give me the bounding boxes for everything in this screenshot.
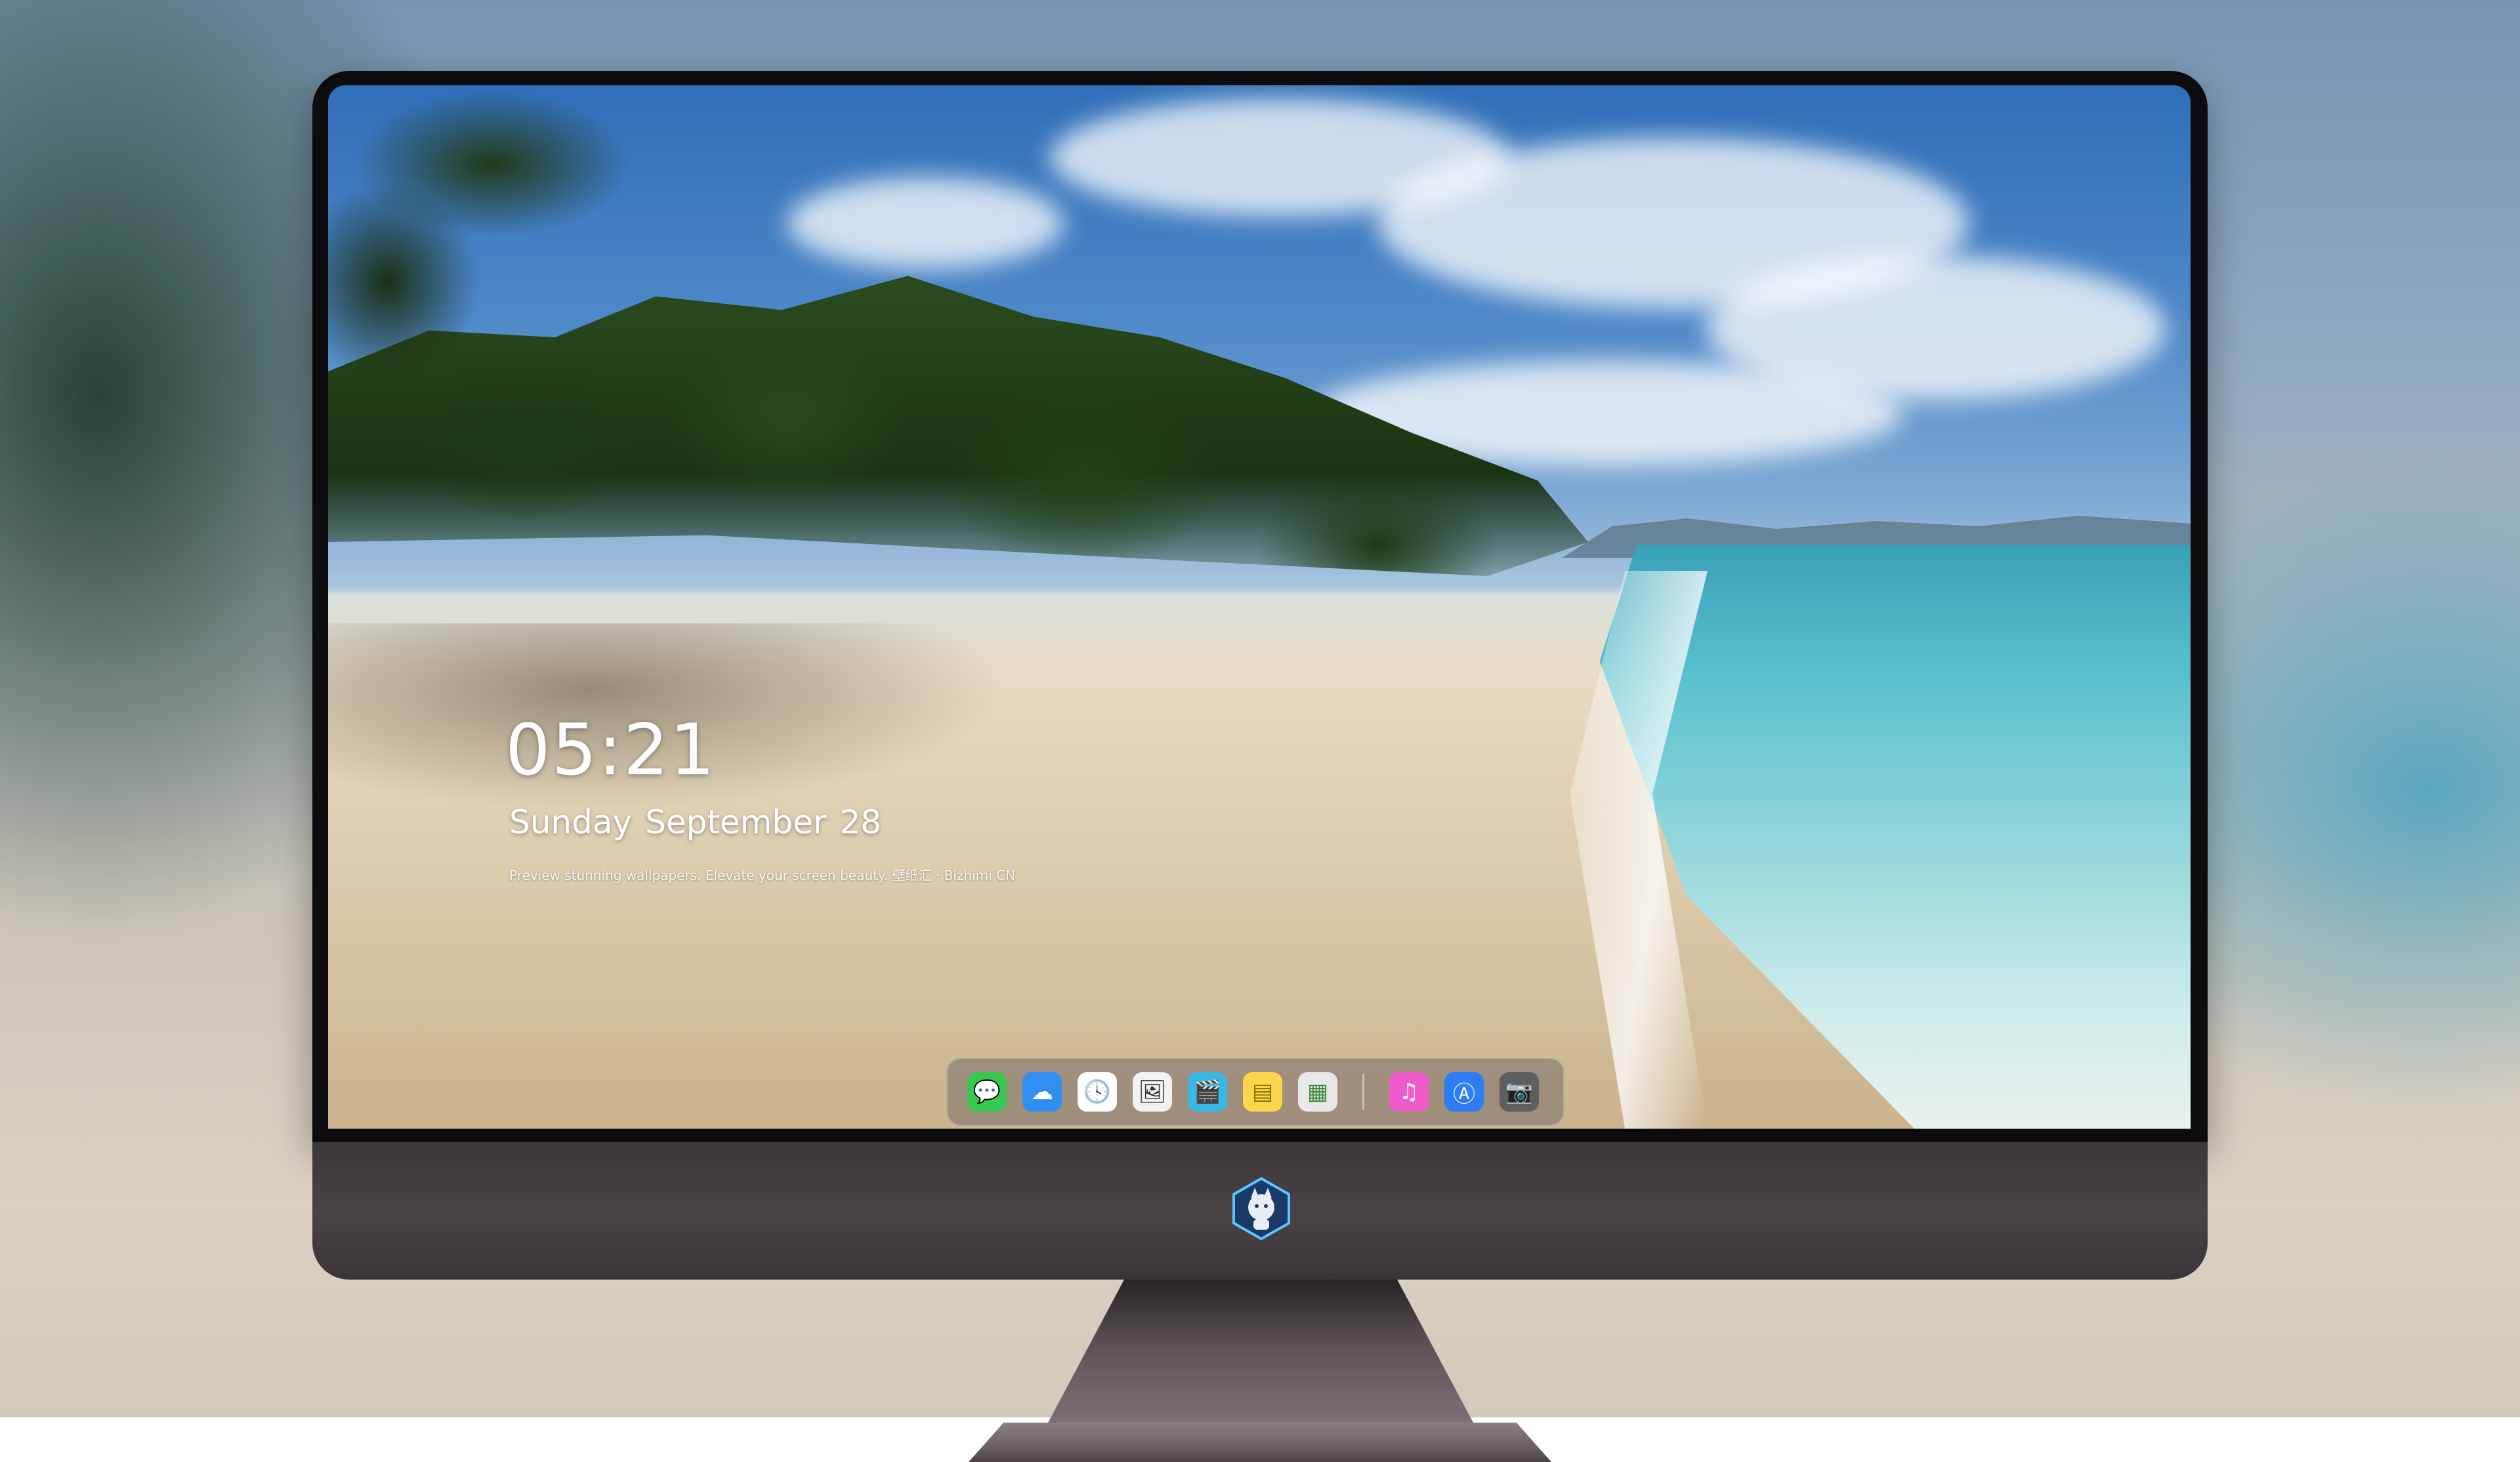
wallpaper-shadow <box>328 623 1378 951</box>
app-store-icon[interactable]: Ⓐ <box>1444 1072 1484 1112</box>
mascot-logo-icon <box>1228 1176 1294 1242</box>
music-icon[interactable]: ♫ <box>1389 1072 1429 1112</box>
lockscreen-month: September <box>645 803 826 841</box>
notes-icon[interactable]: ▤ <box>1243 1072 1282 1112</box>
lockscreen-day: 28 <box>839 803 881 841</box>
weather-icon[interactable]: ☁ <box>1022 1072 1062 1112</box>
lockscreen-weekday: Sunday <box>509 803 632 841</box>
dock-separator <box>1362 1074 1364 1110</box>
dock: 💬 ☁ 🕓 🖼 🎬 ▤ ▦ ♫ Ⓐ 📷 <box>946 1058 1564 1126</box>
preview-icon[interactable]: 🖼 <box>1133 1072 1172 1112</box>
clips-icon[interactable]: 🎬 <box>1188 1072 1227 1112</box>
wallpaper-caption: Preview stunning wallpapers. Elevate you… <box>509 865 1015 884</box>
wallpaper-palm <box>328 85 801 427</box>
lockscreen-clock: 05:21 <box>505 715 716 786</box>
screen: 05:21 Sunday September 28 Preview stunning… <box>328 85 2191 1129</box>
monitor: 05:21 Sunday September 28 Preview stunning… <box>312 71 2208 1280</box>
monitor-bezel: 05:21 Sunday September 28 Preview stunning… <box>312 71 2208 1142</box>
monitor-stand-foot <box>969 1423 1551 1462</box>
messages-icon[interactable]: 💬 <box>967 1072 1007 1112</box>
lockscreen-date: Sunday September 28 <box>509 806 894 839</box>
photo-booth-icon[interactable]: ▦ <box>1298 1072 1337 1112</box>
clock-icon[interactable]: 🕓 <box>1078 1072 1117 1112</box>
camera-icon[interactable]: 📷 <box>1500 1072 1539 1112</box>
monitor-chin <box>312 1142 2208 1280</box>
